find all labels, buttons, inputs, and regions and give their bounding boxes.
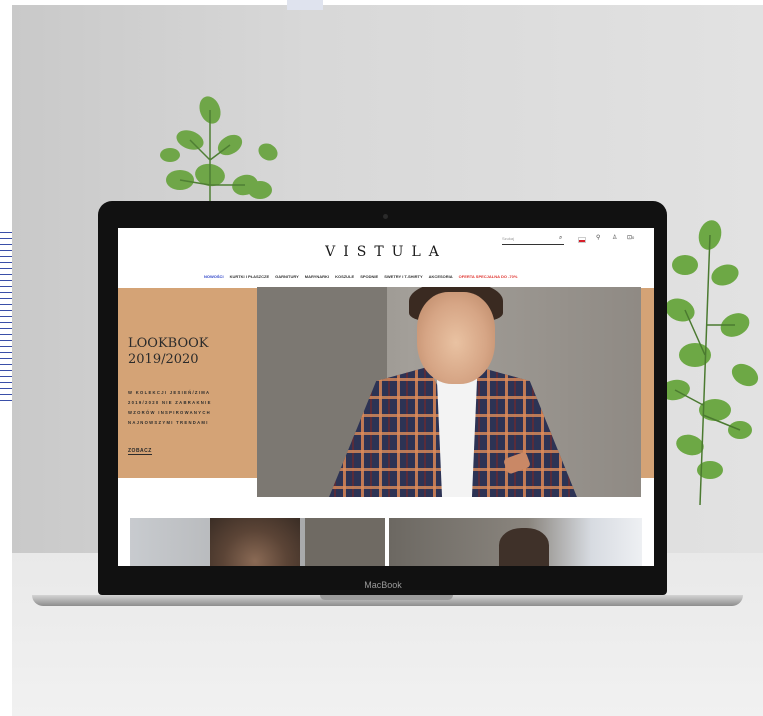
promo-left-building — [305, 518, 385, 566]
nav-item-shirts[interactable]: KOSZULE — [335, 274, 354, 279]
cart-icon[interactable]: ⊡0 — [627, 234, 634, 241]
decorative-tab — [287, 0, 323, 10]
scene: Szukaj ⌕ ⚲ ♙ ⊡0 VISTULA NOWOŚCI KURTKI I … — [0, 0, 763, 716]
hero-model-image[interactable] — [257, 287, 641, 497]
decorative-stripes — [0, 232, 12, 402]
promo-image-right[interactable] — [389, 518, 642, 566]
site-logo[interactable]: VISTULA — [118, 244, 654, 260]
hero-text-panel: LOOKBOOK 2019/2020 W KOLEKCJI JESIEŃ/ZIM… — [118, 288, 258, 478]
model-face — [417, 292, 495, 384]
user-icon[interactable]: ♙ — [612, 234, 617, 241]
nav-item-sweaters[interactable]: SWETRY I T-SHIRTY — [384, 274, 422, 279]
nav-item-new[interactable]: NOWOŚCI — [204, 274, 224, 279]
nav-item-blazers[interactable]: MARYNARKI — [305, 274, 329, 279]
nav-item-trousers[interactable]: SPODNIE — [360, 274, 378, 279]
hero-title: LOOKBOOK 2019/2020 — [128, 336, 209, 367]
search-icon[interactable]: ⌕ — [559, 235, 562, 242]
webcam — [383, 214, 388, 219]
nav-item-suits[interactable]: GARNITURY — [275, 274, 299, 279]
nav-item-jackets-coats[interactable]: KURTKI I PŁASZCZE — [230, 274, 270, 279]
location-pin-icon[interactable]: ⚲ — [596, 234, 600, 241]
main-nav: NOWOŚCI KURTKI I PŁASZCZE GARNITURY MARYNAR… — [204, 274, 604, 279]
promo-right-person — [499, 528, 549, 566]
promo-left-person — [210, 518, 300, 566]
nav-item-accessories[interactable]: AKCESORIA — [429, 274, 453, 279]
laptop-notch — [320, 595, 453, 600]
device-label: MacBook — [364, 580, 402, 590]
plant-left-image — [160, 96, 278, 210]
hero-cta-link[interactable]: ZOBACZ — [128, 448, 152, 455]
plant-right-image — [660, 220, 759, 505]
laptop-screen: Szukaj ⌕ ⚲ ♙ ⊡0 VISTULA NOWOŚCI KURTKI I … — [118, 228, 654, 566]
flag-pl-icon[interactable] — [578, 237, 586, 243]
nav-item-special-offer[interactable]: OFERTA SPECJALNA DO -70% — [459, 274, 518, 279]
promo-image-left[interactable] — [130, 518, 385, 566]
hero-description: W KOLEKCJI JESIEŃ/ZIMA 2019/2020 NIE ZAB… — [128, 390, 212, 425]
cart-count: 0 — [632, 235, 635, 240]
